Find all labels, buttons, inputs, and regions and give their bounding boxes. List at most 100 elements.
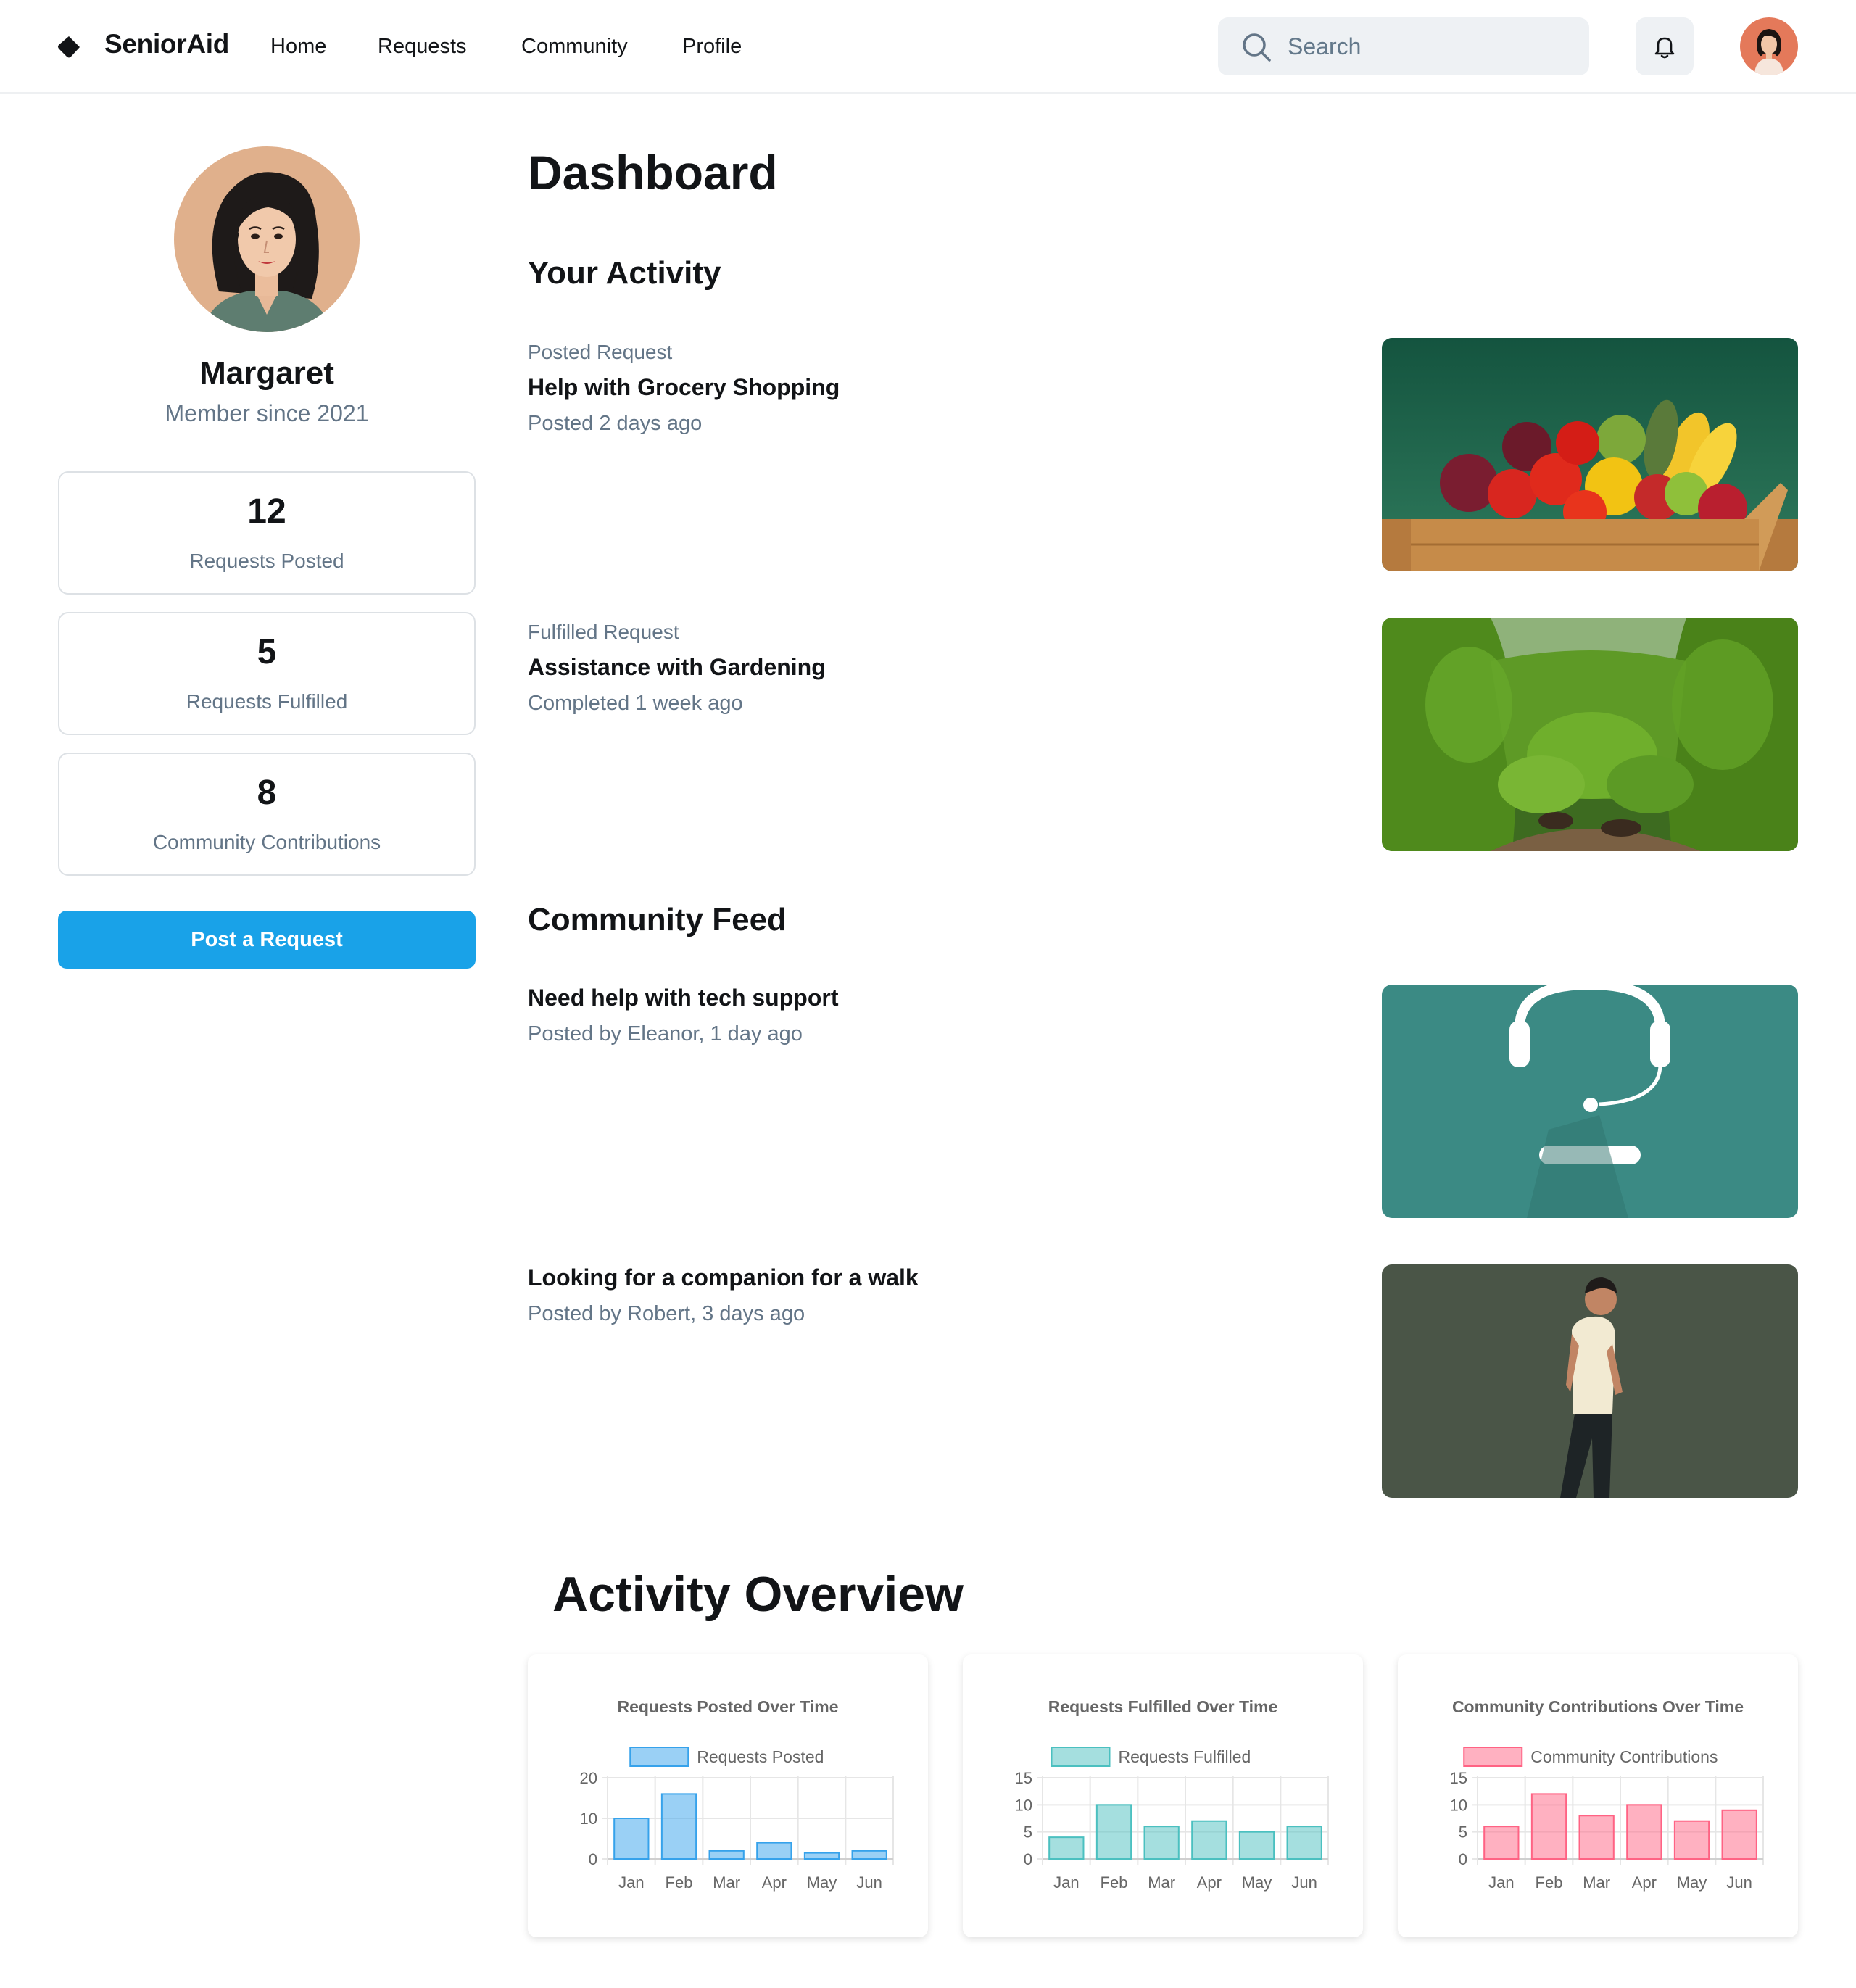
legend-swatch <box>1051 1747 1111 1767</box>
bar <box>1626 1804 1662 1860</box>
x-tick-label: Jun <box>1726 1873 1752 1892</box>
activity-kind: Fulfilled Request <box>528 621 679 643</box>
nav-home[interactable]: Home <box>270 35 326 59</box>
stat-card-requests-fulfilled: 5 Requests Fulfilled <box>58 612 476 735</box>
profile-name: Margaret <box>199 355 334 391</box>
bar <box>660 1793 697 1860</box>
activity-overview-heading: Activity Overview <box>552 1567 964 1622</box>
y-tick-label: 10 <box>1015 1796 1032 1814</box>
stat-card-requests-posted: 12 Requests Posted <box>58 471 476 595</box>
chart-svg: Community Contributions Over Time Communi… <box>1450 1697 1764 1892</box>
legend-label: Community Contributions <box>1530 1747 1718 1766</box>
y-tick-label: 5 <box>1024 1823 1032 1842</box>
x-tick-label: Feb <box>1536 1873 1563 1892</box>
x-tick-label: Jun <box>1291 1873 1317 1892</box>
your-activity-heading: Your Activity <box>528 255 721 291</box>
stat-label: Community Contributions <box>152 831 381 853</box>
x-tick-label: May <box>1677 1873 1707 1892</box>
bar <box>1286 1826 1322 1860</box>
top-navigation-bar: SeniorAid Home Requests Community Profil… <box>0 0 1856 94</box>
legend-swatch <box>1463 1747 1523 1767</box>
tech-support-image[interactable] <box>1382 985 1798 1218</box>
y-tick-label: 10 <box>1450 1796 1467 1814</box>
notifications-button[interactable] <box>1636 17 1694 75</box>
bar <box>756 1842 792 1860</box>
x-tick-label: Jun <box>856 1873 882 1892</box>
gardening-image[interactable] <box>1382 618 1798 851</box>
community-feed-heading: Community Feed <box>528 902 787 937</box>
chart-svg: Requests Fulfilled Over Time Requests Ful… <box>1015 1697 1329 1892</box>
x-tick-label: Jan <box>618 1873 644 1892</box>
x-tick-label: Mar <box>1583 1873 1610 1892</box>
bar <box>1578 1815 1615 1860</box>
bar <box>851 1850 887 1860</box>
chart-requests-fulfilled: Requests Fulfilled Over Time Requests Ful… <box>963 1654 1363 1937</box>
logo-icon <box>58 36 80 58</box>
y-tick-label: 0 <box>1024 1850 1032 1868</box>
y-tick-label: 10 <box>580 1810 597 1828</box>
chart-title: Community Contributions Over Time <box>1452 1697 1744 1716</box>
bar <box>1673 1820 1710 1860</box>
search-icon <box>1243 33 1271 62</box>
nav-requests[interactable]: Requests <box>378 35 467 59</box>
bar <box>1238 1831 1275 1860</box>
x-tick-label: May <box>1242 1873 1272 1892</box>
bar <box>708 1850 745 1860</box>
stat-label: Requests Fulfilled <box>186 690 348 713</box>
y-tick-label: 20 <box>580 1769 597 1787</box>
legend-swatch <box>629 1747 689 1767</box>
x-tick-label: Feb <box>1101 1873 1128 1892</box>
x-tick-label: Apr <box>762 1873 787 1892</box>
bar <box>1095 1804 1132 1860</box>
activity-title[interactable]: Assistance with Gardening <box>528 654 826 681</box>
bar <box>1530 1793 1567 1860</box>
walk-companion-image[interactable] <box>1382 1264 1798 1498</box>
feed-item-title[interactable]: Looking for a companion for a walk <box>528 1264 919 1291</box>
stat-value: 12 <box>247 492 286 531</box>
activity-subtitle: Posted 2 days ago <box>528 412 703 435</box>
bar <box>1048 1836 1085 1860</box>
user-avatar[interactable] <box>1740 17 1798 75</box>
y-tick-label: 5 <box>1459 1823 1467 1842</box>
feed-item-title[interactable]: Need help with tech support <box>528 985 838 1011</box>
x-tick-label: Feb <box>666 1873 693 1892</box>
chart-title: Requests Fulfilled Over Time <box>1048 1697 1278 1716</box>
grocery-image[interactable] <box>1382 338 1798 571</box>
bar <box>803 1852 840 1860</box>
stat-value: 8 <box>257 774 277 812</box>
nav-profile[interactable]: Profile <box>682 35 742 59</box>
bar <box>1191 1820 1227 1860</box>
activity-title[interactable]: Help with Grocery Shopping <box>528 374 840 401</box>
feed-item-subtitle: Posted by Eleanor, 1 day ago <box>528 1022 803 1045</box>
nav-community[interactable]: Community <box>521 35 628 59</box>
stat-card-community-contributions: 8 Community Contributions <box>58 753 476 876</box>
legend-label: Requests Fulfilled <box>1119 1747 1251 1766</box>
chart-title: Requests Posted Over Time <box>617 1697 838 1716</box>
bar <box>613 1818 650 1860</box>
legend-label: Requests Posted <box>697 1747 824 1766</box>
x-tick-label: Mar <box>1148 1873 1175 1892</box>
search-box[interactable] <box>1218 17 1589 75</box>
member-since: Member since 2021 <box>165 400 369 426</box>
post-request-button[interactable]: Post a Request <box>58 911 476 969</box>
feed-item-subtitle: Posted by Robert, 3 days ago <box>528 1302 805 1325</box>
bar <box>1483 1826 1520 1860</box>
bell-icon <box>1654 37 1675 59</box>
chart-requests-posted: Requests Posted Over Time Requests Posted… <box>528 1654 928 1937</box>
stat-value: 5 <box>257 633 277 671</box>
x-tick-label: Jan <box>1488 1873 1514 1892</box>
stat-label: Requests Posted <box>189 550 344 572</box>
y-tick-label: 0 <box>589 1850 597 1868</box>
x-tick-label: Jan <box>1053 1873 1079 1892</box>
x-tick-label: May <box>807 1873 837 1892</box>
search-input[interactable] <box>1288 17 1578 75</box>
brand-name[interactable]: SeniorAid <box>104 29 229 59</box>
x-tick-label: Apr <box>1632 1873 1657 1892</box>
bar <box>1143 1826 1180 1860</box>
activity-kind: Posted Request <box>528 341 673 363</box>
chart-community-contributions: Community Contributions Over Time Communi… <box>1398 1654 1798 1937</box>
y-tick-label: 15 <box>1015 1769 1032 1787</box>
chart-svg: Requests Posted Over Time Requests Posted… <box>580 1697 894 1892</box>
page-title: Dashboard <box>528 146 778 199</box>
bar <box>1721 1809 1757 1860</box>
